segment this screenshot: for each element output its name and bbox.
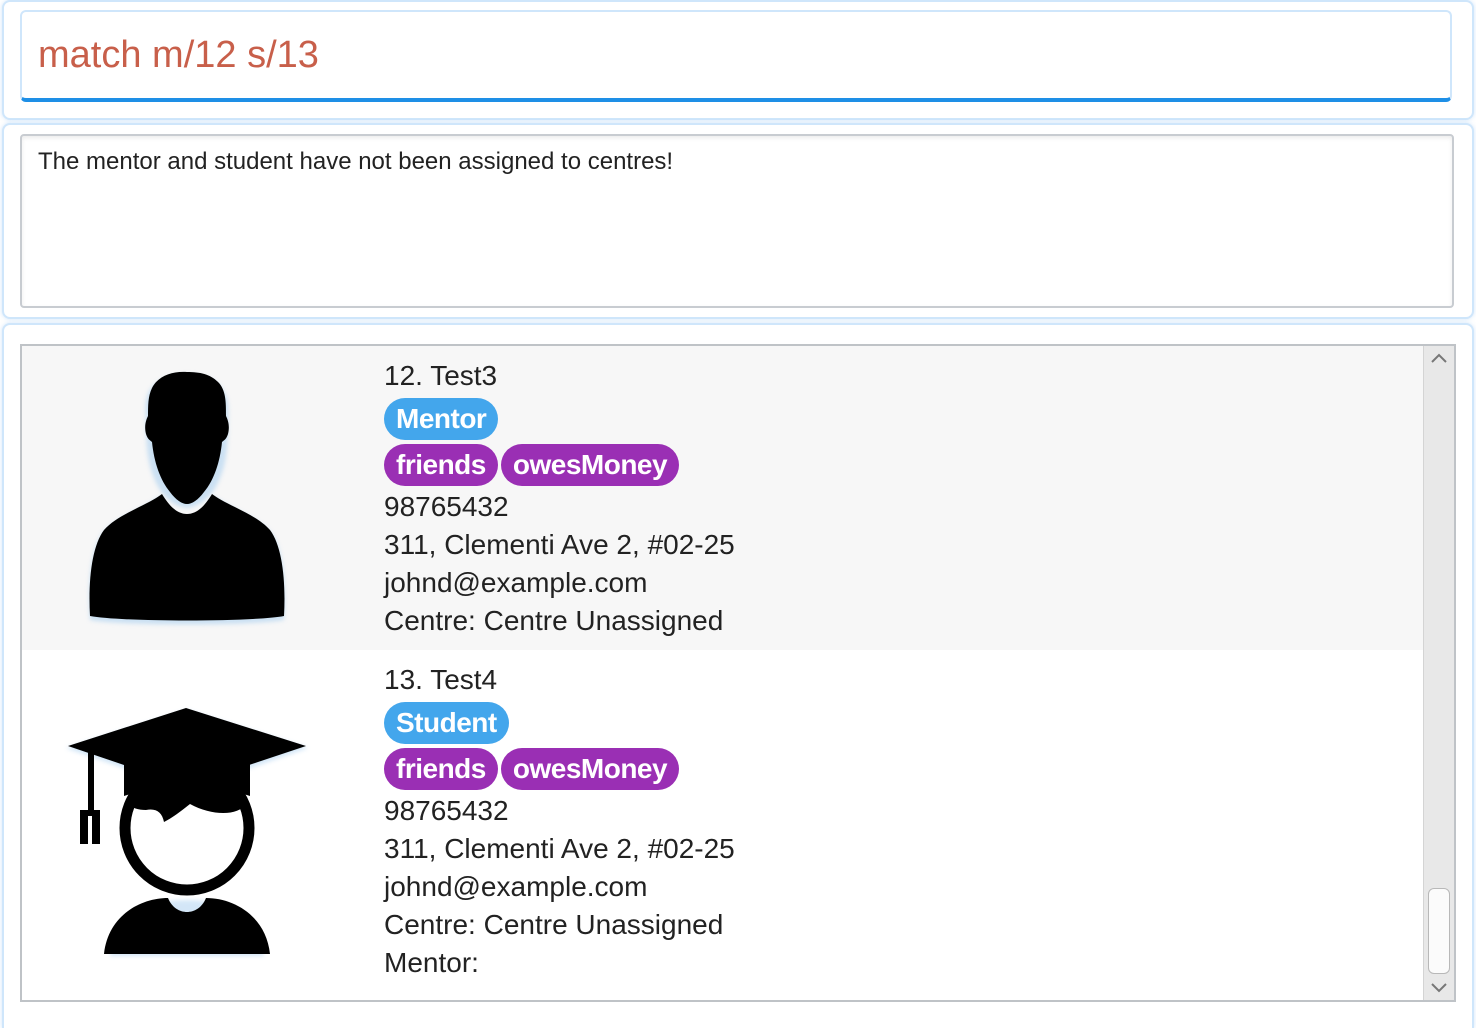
person-email: johnd@example.com (384, 871, 648, 902)
person-centre: Centre: Centre Unassigned (384, 909, 724, 940)
person-name: 13. Test4 (384, 664, 498, 695)
label-tags: friends owesMoney (384, 746, 735, 792)
person-list[interactable]: 12. Test3 Mentor friends owesMoney 98765… (20, 344, 1456, 1002)
person-name: 12. Test3 (384, 360, 498, 391)
person-centre: Centre: Centre Unassigned (384, 605, 724, 636)
person-details: 13. Test4 Student friends owesMoney 9876… (384, 660, 735, 982)
person-card[interactable]: 12. Test3 Mentor friends owesMoney 98765… (22, 346, 1424, 650)
list-scrollbar[interactable] (1423, 346, 1454, 1000)
person-mentor: Mentor: (384, 947, 479, 978)
person-card[interactable]: 13. Test4 Student friends owesMoney 9876… (22, 650, 1424, 1000)
role-tag: Student (384, 702, 509, 744)
student-avatar-icon (66, 708, 308, 956)
tag-owes-money: owesMoney (500, 748, 680, 790)
scroll-thumb[interactable] (1428, 888, 1450, 974)
person-phone: 98765432 (384, 491, 509, 522)
tag-friends: friends (384, 444, 498, 486)
person-phone: 98765432 (384, 795, 509, 826)
scroll-up-icon[interactable] (1424, 346, 1454, 370)
command-input-text: match m/12 s/13 (38, 34, 319, 76)
tag-owes-money: owesMoney (500, 444, 680, 486)
tag-friends: friends (384, 748, 498, 790)
person-details: 12. Test3 Mentor friends owesMoney 98765… (384, 356, 735, 640)
scroll-down-icon[interactable] (1424, 976, 1454, 1000)
role-tag: Mentor (384, 398, 499, 440)
role-tags: Mentor (384, 396, 735, 442)
label-tags: friends owesMoney (384, 442, 735, 488)
result-display[interactable]: The mentor and student have not been ass… (20, 134, 1454, 308)
mentor-avatar-icon (89, 371, 285, 625)
person-address: 311, Clementi Ave 2, #02-25 (384, 529, 735, 560)
role-tags: Student (384, 700, 735, 746)
person-email: johnd@example.com (384, 567, 648, 598)
command-input[interactable]: match m/12 s/13 (20, 10, 1452, 102)
person-address: 311, Clementi Ave 2, #02-25 (384, 833, 735, 864)
result-message: The mentor and student have not been ass… (38, 148, 674, 175)
